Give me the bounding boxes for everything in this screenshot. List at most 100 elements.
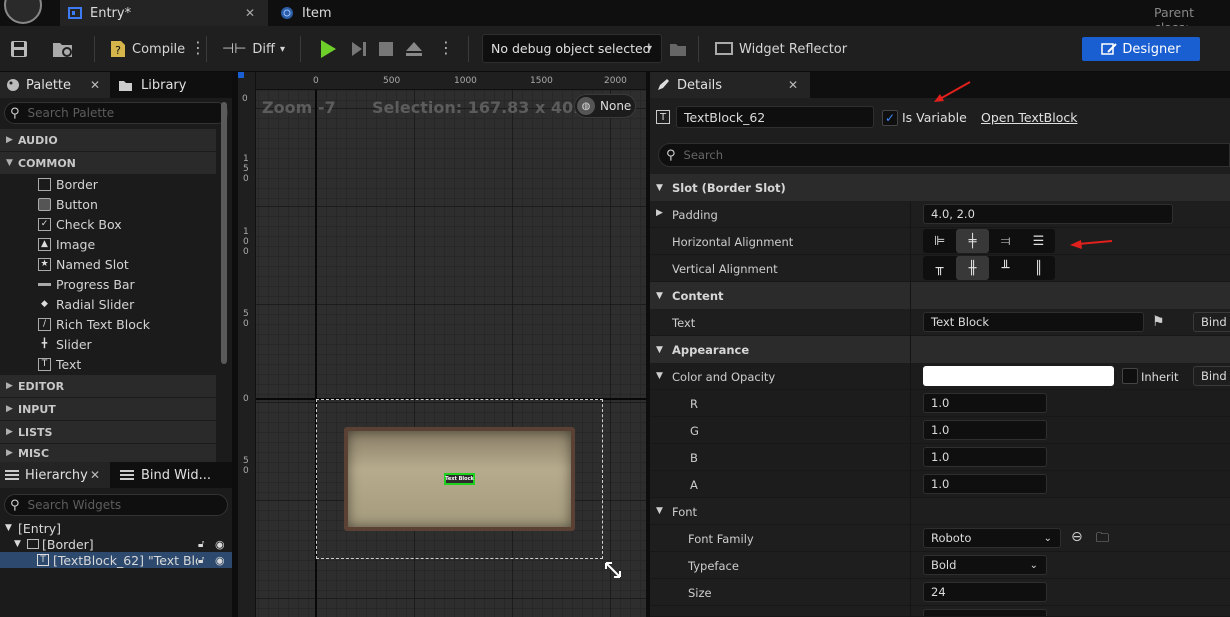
- font-family-select[interactable]: Roboto ⌄: [923, 528, 1061, 548]
- tree-row-textblock[interactable]: T [TextBlock_62] "Text Blo 🔓︎ ◉: [0, 552, 232, 568]
- align-center-icon[interactable]: ╪: [956, 229, 989, 253]
- padding-input[interactable]: 4.0, 2.0: [923, 204, 1173, 224]
- align-left-icon[interactable]: ⊫: [923, 229, 956, 253]
- lock-icon[interactable]: 🔓︎: [198, 539, 204, 550]
- close-icon[interactable]: ✕: [90, 468, 100, 482]
- align-middle-icon[interactable]: ╫: [956, 256, 989, 280]
- compile-options-icon[interactable]: ⋮: [190, 40, 206, 56]
- close-icon[interactable]: ✕: [788, 78, 798, 92]
- align-top-icon[interactable]: ╥: [923, 256, 956, 280]
- chevron-right-icon: ▶: [6, 135, 13, 145]
- section-content[interactable]: ▼ Content: [650, 282, 1230, 309]
- play-options-icon[interactable]: ⋮: [438, 40, 454, 56]
- palette-item-button[interactable]: Button: [38, 194, 98, 214]
- a-input[interactable]: 1.0: [923, 474, 1047, 494]
- tab-palette[interactable]: Palette ✕: [0, 72, 110, 98]
- chevron-down-icon[interactable]: ▼: [656, 506, 663, 516]
- tab-hierarchy[interactable]: Hierarchy ✕: [0, 462, 110, 488]
- open-textblock-link[interactable]: Open TextBlock: [981, 110, 1077, 125]
- browse-font-icon[interactable]: 🗀︎: [1096, 529, 1109, 551]
- palette-item-text[interactable]: T Text: [38, 354, 81, 374]
- category-misc[interactable]: ▶ MISC: [0, 444, 216, 462]
- palette-item-image[interactable]: ▲ Image: [38, 234, 95, 254]
- tab-item[interactable]: Item: [272, 0, 412, 26]
- align-right-icon[interactable]: ⫤: [989, 229, 1022, 253]
- widget-reflector-button[interactable]: Widget Reflector: [715, 26, 847, 72]
- eye-icon[interactable]: ◉: [215, 554, 225, 567]
- designer-canvas[interactable]: 0 500 1000 1500 2000 0 150 100 50 0 50 Z…: [238, 72, 646, 617]
- palette-item-radial-slider[interactable]: ◆ Radial Slider: [38, 294, 134, 314]
- step-icon[interactable]: [350, 40, 368, 58]
- bind-widgets-icon: [120, 470, 134, 480]
- hierarchy-search-input[interactable]: ⚲ Search Widgets: [4, 494, 228, 516]
- debug-browse-icon[interactable]: [669, 41, 687, 57]
- category-input[interactable]: ▶ INPUT: [0, 398, 216, 420]
- b-input[interactable]: 1.0: [923, 447, 1047, 467]
- g-input[interactable]: 1.0: [923, 420, 1047, 440]
- text-input[interactable]: Text Block: [923, 312, 1144, 332]
- chevron-down-icon: ▼: [6, 158, 13, 168]
- widget-name-input[interactable]: TextBlock_62: [676, 106, 874, 128]
- text-bind-button[interactable]: Bind: [1193, 312, 1230, 332]
- resize-handle-icon[interactable]: [604, 561, 622, 579]
- expand-padding-icon[interactable]: ▶: [656, 208, 663, 218]
- localization-preview-button[interactable]: ◍ None: [574, 94, 636, 118]
- align-fill-vertical-icon[interactable]: ║: [1022, 256, 1055, 280]
- palette-item-named-slot[interactable]: ★ Named Slot: [38, 254, 129, 274]
- close-icon[interactable]: ✕: [245, 6, 255, 20]
- size-input[interactable]: 24: [923, 582, 1047, 602]
- details-panel: Details ✕ T TextBlock_62 ✓ Is Variable O…: [650, 72, 1230, 617]
- palette-search-input[interactable]: ⚲ Search Palette: [4, 102, 228, 124]
- palette-item-check-box[interactable]: ✓ Check Box: [38, 214, 122, 234]
- bind-widgets-tab-label: Bind Wid...: [141, 467, 211, 483]
- b-value: 1.0: [931, 450, 950, 464]
- color-bind-button[interactable]: Bind: [1193, 366, 1230, 386]
- tab-details[interactable]: Details ✕: [650, 72, 810, 98]
- category-common[interactable]: ▼ COMMON: [0, 152, 216, 174]
- compile-button[interactable]: ? Compile: [108, 26, 185, 72]
- palette-item-slider[interactable]: ╋ Slider: [38, 334, 92, 354]
- category-lists[interactable]: ▶ LISTS: [0, 421, 216, 443]
- unreal-logo[interactable]: [4, 0, 42, 24]
- eject-icon[interactable]: [405, 40, 423, 58]
- tree-row-entry[interactable]: ▼ [Entry]: [0, 520, 232, 536]
- section-slot[interactable]: ▼ Slot (Border Slot): [650, 174, 1230, 201]
- close-icon[interactable]: ✕: [90, 78, 100, 92]
- debug-object-select[interactable]: No debug object selected ▾: [482, 34, 662, 63]
- category-editor[interactable]: ▶ EDITOR: [0, 375, 216, 397]
- tab-bind-widgets[interactable]: Bind Wid...: [120, 462, 211, 488]
- section-appearance[interactable]: ▼ Appearance: [650, 336, 1230, 363]
- use-selected-icon[interactable]: ⊖: [1071, 529, 1083, 545]
- diff-button[interactable]: ⊣⊢ Diff ▾: [222, 26, 285, 72]
- textblock-preview[interactable]: Text Block: [444, 473, 475, 485]
- palette-item-border[interactable]: Border: [38, 174, 98, 194]
- stop-icon[interactable]: [378, 41, 394, 57]
- color-swatch[interactable]: [923, 366, 1114, 386]
- palette-scrollbar[interactable]: [221, 102, 227, 364]
- browse-icon[interactable]: [52, 39, 74, 59]
- lock-icon[interactable]: 🔓︎: [198, 555, 204, 566]
- category-audio[interactable]: ▶ AUDIO: [0, 129, 216, 151]
- eye-icon[interactable]: ◉: [215, 538, 225, 551]
- inherit-checkbox[interactable]: [1122, 368, 1138, 384]
- details-search-input[interactable]: ⚲ Search: [658, 143, 1230, 167]
- is-variable-checkbox[interactable]: ✓: [882, 110, 898, 126]
- play-icon[interactable]: [318, 39, 338, 59]
- save-icon[interactable]: [10, 40, 28, 58]
- hierarchy-search-placeholder: Search Widgets: [27, 498, 122, 512]
- tab-entry[interactable]: Entry* ✕: [60, 0, 268, 26]
- palette-item-progress-bar[interactable]: Progress Bar: [38, 274, 135, 294]
- r-input[interactable]: 1.0: [923, 393, 1047, 413]
- tab-library[interactable]: Library: [118, 72, 186, 98]
- designer-button[interactable]: Designer: [1082, 37, 1200, 61]
- chevron-down-icon[interactable]: ▼: [656, 371, 663, 381]
- align-fill-icon[interactable]: ☰: [1022, 229, 1055, 253]
- palette-item-rich-text-block[interactable]: / Rich Text Block: [38, 314, 150, 334]
- align-bottom-icon[interactable]: ╨: [989, 256, 1022, 280]
- section-appearance-label: Appearance: [672, 342, 750, 357]
- next-field[interactable]: [923, 609, 1047, 616]
- typeface-select[interactable]: Bold ⌄: [923, 555, 1047, 575]
- localize-flag-icon[interactable]: ⚑: [1152, 314, 1165, 330]
- tree-row-border[interactable]: ▼ [Border] 🔓︎ ◉: [0, 536, 232, 552]
- palette-item-label: Image: [56, 236, 96, 252]
